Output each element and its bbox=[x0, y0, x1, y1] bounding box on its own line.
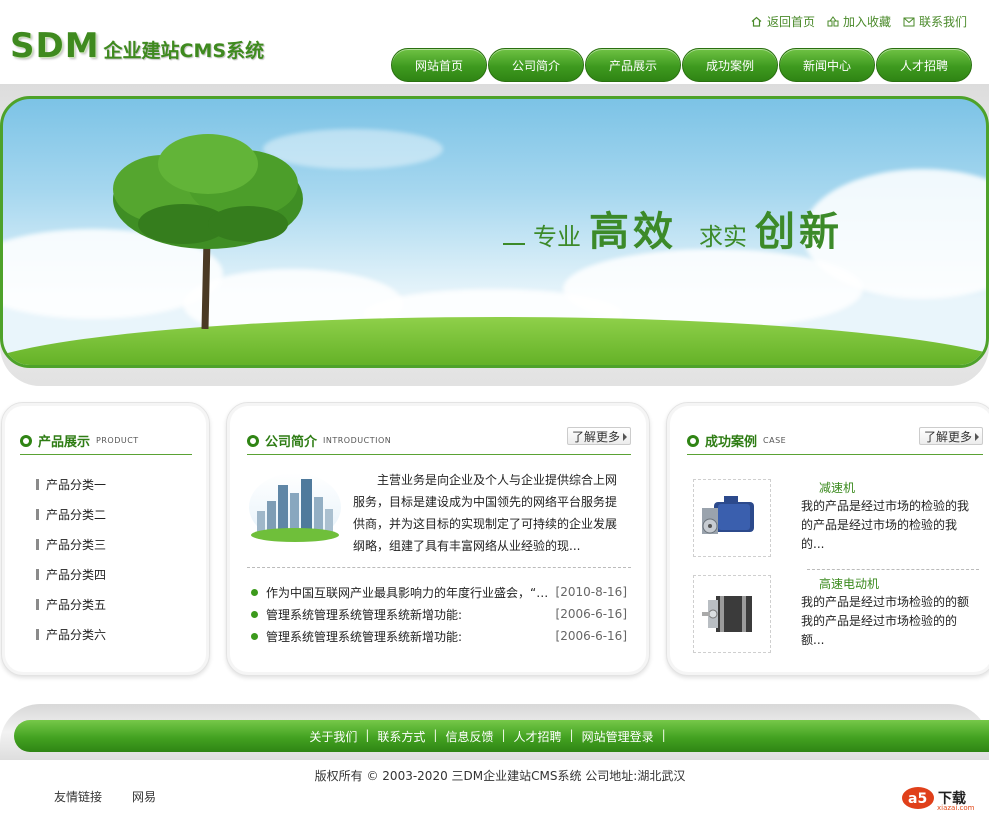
case-item[interactable]: 高速电动机 我的产品是经过市场检验的的额我的产品是经过市场检验的的额... bbox=[693, 575, 983, 655]
product-category-list: 产品分类一 产品分类二 产品分类三 产品分类四 产品分类五 产品分类六 bbox=[36, 469, 106, 649]
product-category-item[interactable]: 产品分类一 bbox=[36, 469, 106, 499]
case-description: 我的产品是经过市场的检验的我的产品是经过市场的检验的我的... bbox=[801, 499, 970, 551]
product-panel-subtitle: PRODUCT bbox=[96, 436, 139, 445]
slogan-word-3: 求实 bbox=[699, 223, 747, 251]
case-description: 我的产品是经过市场检验的的额我的产品是经过市场检验的的额... bbox=[801, 595, 970, 647]
toplink-favorite-label: 加入收藏 bbox=[842, 15, 891, 29]
news-date: [2006-6-16] bbox=[555, 607, 627, 621]
a5-logo-icon: a5 bbox=[902, 787, 934, 809]
a5-watermark-logo: a5 下载 xiazai.com bbox=[900, 782, 980, 814]
footer-link-admin-login[interactable]: 网站管理登录 bbox=[574, 728, 662, 745]
product-category-item[interactable]: 产品分类二 bbox=[36, 499, 106, 529]
top-links: 返回首页 加入收藏 联系我们 bbox=[751, 13, 967, 30]
slogan-dash bbox=[503, 243, 525, 245]
about-summary-text: 主营业务是向企业及个人与企业提供综合上网服务，目标是建设成为中国领先的网络平台服… bbox=[353, 473, 618, 553]
product-panel-header: 产品展示 PRODUCT bbox=[20, 427, 192, 455]
news-bullet-icon bbox=[251, 632, 258, 640]
logo-sdm-text: SDM bbox=[10, 26, 100, 66]
news-list: 作为中国互联网产业最具影响力的年度行业盛会，“… [2010-8-16] 管理系… bbox=[251, 581, 627, 647]
nav-home[interactable]: 网站首页 bbox=[391, 48, 487, 82]
news-title: 管理系统管理系统管理系统新增功能: bbox=[266, 607, 463, 622]
a5-watermark-domain: xiazai.com bbox=[937, 804, 975, 812]
news-date: [2006-6-16] bbox=[555, 629, 627, 643]
about-panel-title: 公司简介 bbox=[265, 435, 318, 450]
slogan-word-2: 高效 bbox=[589, 208, 677, 255]
footer-links: 关于我们 | 联系方式 | 信息反馈 | 人才招聘 | 网站管理登录 | bbox=[301, 728, 665, 745]
case-item[interactable]: 减速机 我的产品是经过市场的检验的我的产品是经过市场的检验的我的... bbox=[693, 479, 983, 570]
nav-products[interactable]: 产品展示 bbox=[585, 48, 681, 82]
product-category-item[interactable]: 产品分类五 bbox=[36, 589, 106, 619]
case-panel: 成功案例 CASE 了解更多 减速机 我的产品是经过市场的检验的我的产品是经过市… bbox=[666, 402, 989, 676]
footer-nav-bar: 关于我们 | 联系方式 | 信息反馈 | 人才招聘 | 网站管理登录 | bbox=[14, 720, 989, 752]
title-bullet-icon bbox=[247, 434, 259, 447]
news-item[interactable]: 管理系统管理系统管理系统新增功能: [2006-6-16] bbox=[251, 625, 627, 647]
about-panel-header: 公司简介 INTRODUCTION 了解更多 bbox=[247, 427, 631, 455]
friend-link-item[interactable]: 网易 bbox=[132, 788, 156, 805]
toplink-contact-label: 联系我们 bbox=[918, 15, 967, 29]
nav-jobs[interactable]: 人才招聘 bbox=[876, 48, 972, 82]
footer-link-about[interactable]: 关于我们 bbox=[301, 728, 365, 745]
toplink-home[interactable]: 返回首页 bbox=[751, 13, 815, 30]
footer-separator: | bbox=[661, 727, 666, 742]
product-category-item[interactable]: 产品分类六 bbox=[36, 619, 106, 649]
product-panel-title: 产品展示 bbox=[38, 435, 91, 450]
case-name: 减速机 bbox=[819, 481, 856, 495]
toplink-contact[interactable]: 联系我们 bbox=[903, 13, 967, 30]
toplink-home-label: 返回首页 bbox=[766, 15, 815, 29]
news-title: 管理系统管理系统管理系统新增功能: bbox=[266, 629, 463, 644]
news-bullet-icon bbox=[251, 588, 258, 596]
case-panel-title: 成功案例 bbox=[705, 435, 758, 450]
banner: 专业 高效 求实 创新 bbox=[0, 96, 989, 368]
about-panel-subtitle: INTRODUCTION bbox=[323, 436, 392, 445]
about-divider bbox=[247, 567, 631, 568]
city-buildings-image bbox=[249, 473, 341, 542]
slogan-word-1: 专业 bbox=[533, 223, 581, 251]
banner-slogan: 专业 高效 求实 创新 bbox=[503, 199, 843, 257]
case-panel-subtitle: CASE bbox=[763, 436, 787, 445]
about-panel: 公司简介 INTRODUCTION 了解更多 主营业务是向企业及个人与企业提供综… bbox=[226, 402, 650, 676]
case-panel-header: 成功案例 CASE 了解更多 bbox=[687, 427, 983, 455]
header: SDM 企业建站CMS系统 返回首页 加入收藏 联系我们 网站首页 公司简介 产… bbox=[0, 0, 989, 86]
svg-text:a5: a5 bbox=[908, 791, 927, 807]
gear-reducer-image bbox=[693, 479, 771, 557]
title-bullet-icon bbox=[20, 434, 32, 447]
nav-cases[interactable]: 成功案例 bbox=[682, 48, 778, 82]
product-panel: 产品展示 PRODUCT 产品分类一 产品分类二 产品分类三 产品分类四 产品分… bbox=[1, 402, 210, 676]
nav-news[interactable]: 新闻中心 bbox=[779, 48, 875, 82]
main-nav: 网站首页 公司简介 产品展示 成功案例 新闻中心 人才招聘 bbox=[391, 48, 972, 82]
home-icon bbox=[751, 16, 763, 28]
copyright-text: 版权所有 © 2003-2020 三DM企业建站CMS系统 公司地址:湖北武汉 bbox=[314, 769, 686, 783]
toplink-favorite[interactable]: 加入收藏 bbox=[827, 13, 891, 30]
friend-links-label: 友情链接 bbox=[54, 790, 103, 804]
nav-about[interactable]: 公司简介 bbox=[488, 48, 584, 82]
news-bullet-icon bbox=[251, 610, 258, 618]
product-category-item[interactable]: 产品分类四 bbox=[36, 559, 106, 589]
footer-link-jobs[interactable]: 人才招聘 bbox=[506, 728, 570, 745]
tree-illustration bbox=[113, 134, 303, 329]
slogan-word-4: 创新 bbox=[755, 208, 843, 255]
about-more-button[interactable]: 了解更多 bbox=[566, 427, 631, 445]
title-bullet-icon bbox=[687, 434, 699, 447]
stepper-motor-image bbox=[693, 575, 771, 653]
news-item[interactable]: 管理系统管理系统管理系统新增功能: [2006-6-16] bbox=[251, 603, 627, 625]
friend-links: 友情链接 网易 bbox=[54, 788, 156, 805]
logo-title-text: 企业建站CMS系统 bbox=[103, 40, 265, 62]
news-item[interactable]: 作为中国互联网产业最具影响力的年度行业盛会，“… [2010-8-16] bbox=[251, 581, 627, 603]
product-category-item[interactable]: 产品分类三 bbox=[36, 529, 106, 559]
mail-icon bbox=[903, 16, 915, 28]
case-divider bbox=[807, 569, 979, 570]
case-more-button[interactable]: 了解更多 bbox=[918, 427, 983, 445]
footer-link-contact[interactable]: 联系方式 bbox=[369, 728, 433, 745]
news-date: [2010-8-16] bbox=[555, 585, 627, 599]
case-name: 高速电动机 bbox=[819, 577, 880, 591]
site-logo[interactable]: SDM 企业建站CMS系统 bbox=[10, 26, 264, 66]
favorite-icon bbox=[827, 16, 839, 28]
news-title: 作为中国互联网产业最具影响力的年度行业盛会，“… bbox=[266, 585, 549, 600]
footer-link-feedback[interactable]: 信息反馈 bbox=[437, 728, 501, 745]
